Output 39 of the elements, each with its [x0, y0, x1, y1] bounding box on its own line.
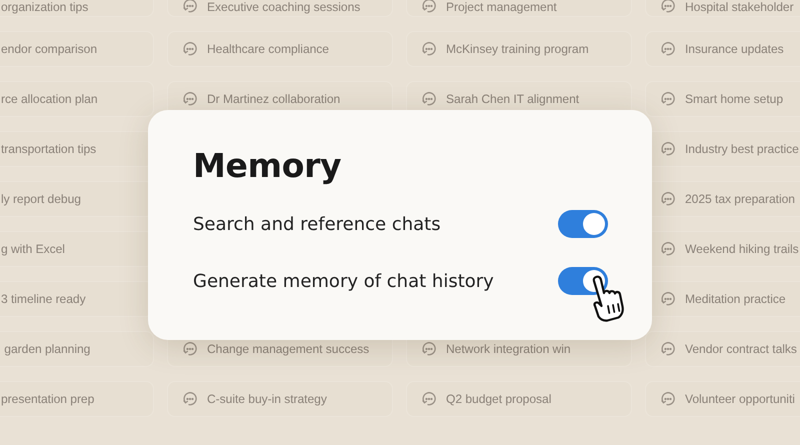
- chat-icon: [421, 391, 437, 407]
- chat-item[interactable]: Volunteer opportuniti: [645, 381, 800, 417]
- chat-icon: [660, 91, 676, 107]
- chat-item[interactable]: C-suite buy-in strategy: [167, 381, 393, 417]
- chat-icon: [660, 0, 676, 14]
- toggle-switch[interactable]: [558, 210, 608, 238]
- chat-item[interactable]: Insurance updates: [645, 31, 800, 67]
- chat-icon: [660, 341, 676, 357]
- chat-item[interactable]: endor comparison: [0, 31, 154, 67]
- chat-item[interactable]: Executive coaching sessions: [167, 0, 393, 17]
- chat-icon: [660, 141, 676, 157]
- chat-icon: [182, 91, 198, 107]
- setting-label: Generate memory of chat history: [193, 270, 494, 292]
- chat-icon: [660, 191, 676, 207]
- chat-item[interactable]: McKinsey training program: [406, 31, 632, 67]
- chat-icon: [182, 341, 198, 357]
- chat-icon: [421, 91, 437, 107]
- chat-item[interactable]: presentation prep: [0, 381, 154, 417]
- setting-label: Search and reference chats: [193, 214, 441, 234]
- chat-icon: [182, 391, 198, 407]
- chat-icon: [421, 0, 437, 14]
- chat-icon: [182, 41, 198, 57]
- chat-icon: [660, 391, 676, 407]
- chat-item[interactable]: organization tips: [0, 0, 154, 17]
- chat-icon: [421, 41, 437, 57]
- chat-icon: [182, 0, 198, 14]
- chat-item[interactable]: Vendor contract talks: [645, 331, 800, 367]
- chat-item[interactable]: Healthcare compliance: [167, 31, 393, 67]
- chat-icon: [421, 341, 437, 357]
- chat-item[interactable]: Q2 budget proposal: [406, 381, 632, 417]
- chat-item[interactable]: Smart home setup: [645, 81, 800, 117]
- chat-icon: [660, 241, 676, 257]
- dialog-title: Memory: [193, 145, 342, 187]
- chat-item[interactable]: garden planning: [0, 331, 154, 367]
- chat-icon: [660, 291, 676, 307]
- chat-item[interactable]: rce allocation plan: [0, 81, 154, 117]
- chat-icon: [660, 41, 676, 57]
- chat-item[interactable]: Hospital stakeholder: [645, 0, 800, 17]
- chat-item[interactable]: Project management: [406, 0, 632, 17]
